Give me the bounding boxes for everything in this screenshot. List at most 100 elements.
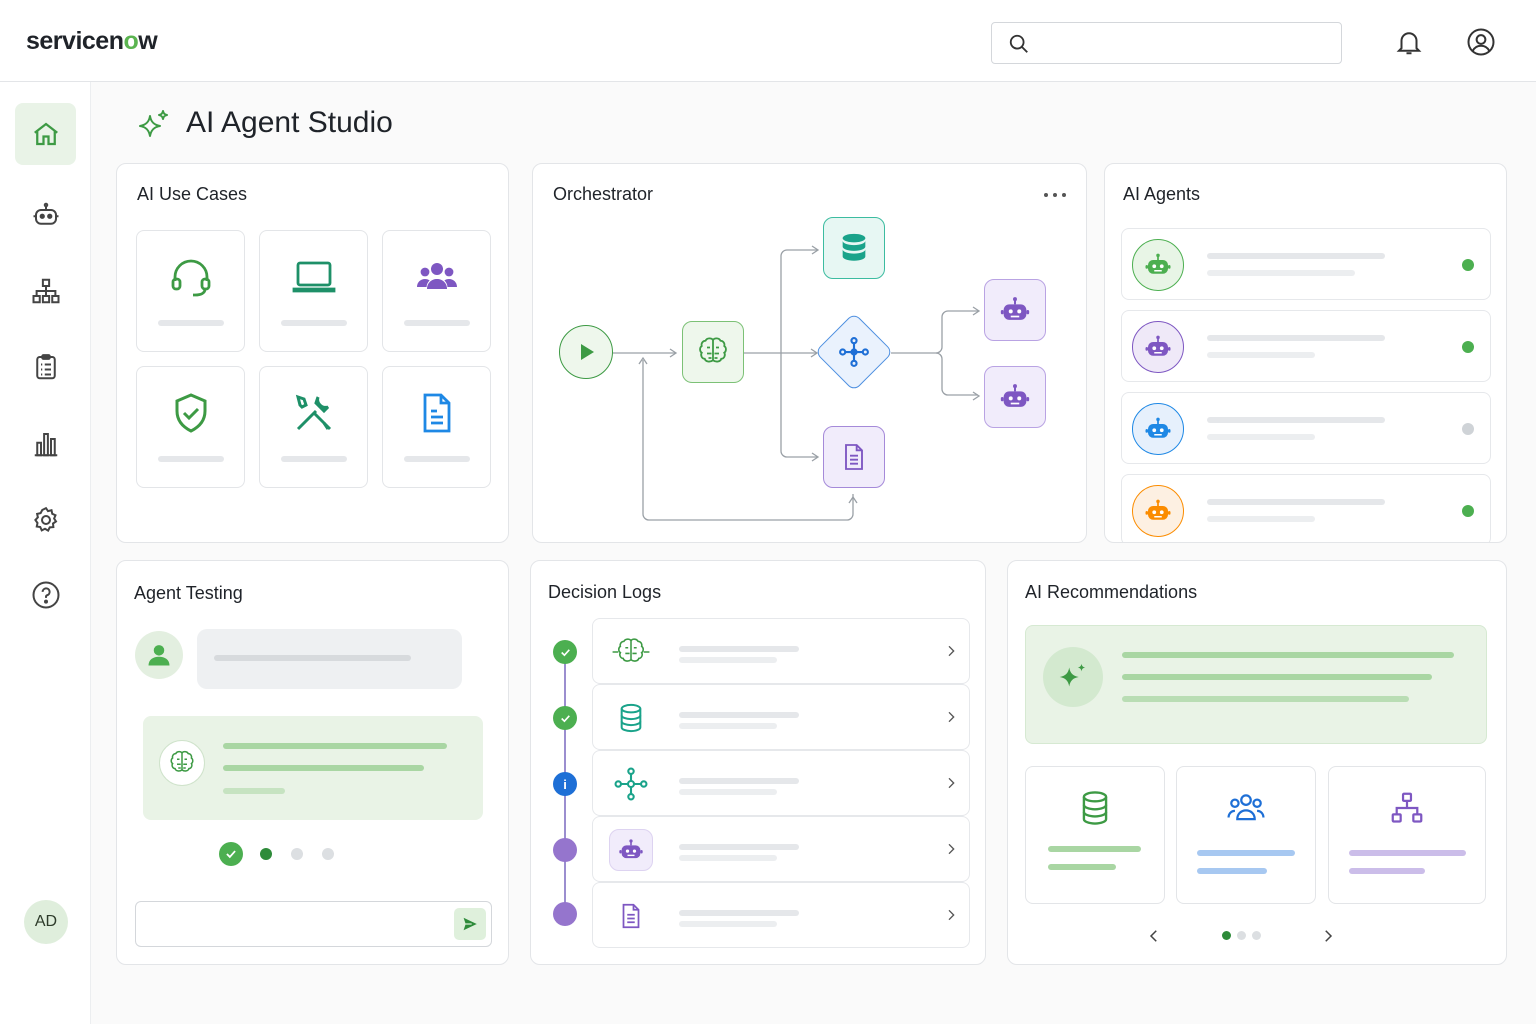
sidebar-item-settings[interactable] xyxy=(15,489,76,551)
chevron-right-icon[interactable] xyxy=(943,643,959,659)
play-icon xyxy=(581,344,594,360)
sidebar-item-agents[interactable] xyxy=(15,184,76,246)
carousel-dot[interactable] xyxy=(1222,931,1231,940)
hierarchy-icon xyxy=(1391,792,1423,823)
robot-icon xyxy=(1000,384,1030,407)
chevron-right-icon[interactable] xyxy=(1319,927,1337,945)
check-icon xyxy=(560,714,570,722)
log-row[interactable] xyxy=(592,882,970,948)
brain-icon xyxy=(170,750,194,772)
chevron-right-icon[interactable] xyxy=(943,775,959,791)
ai-use-cases-card: AI Use Cases xyxy=(116,163,509,543)
use-case-tile[interactable] xyxy=(382,230,491,352)
document-icon xyxy=(423,393,450,433)
status-indicator xyxy=(1462,423,1474,435)
log-row[interactable] xyxy=(592,684,970,750)
search-input[interactable] xyxy=(991,22,1342,64)
robot-icon xyxy=(1145,253,1171,274)
log-row[interactable] xyxy=(592,750,970,816)
log-icon xyxy=(609,895,653,937)
document-icon xyxy=(845,444,863,470)
sidebar-item-home[interactable] xyxy=(15,103,76,165)
log-row[interactable] xyxy=(592,816,970,882)
status-pending-icon xyxy=(553,902,577,926)
use-case-tile[interactable] xyxy=(136,366,245,488)
robot-icon xyxy=(1145,335,1171,356)
use-case-tile[interactable] xyxy=(259,366,368,488)
database-icon xyxy=(842,233,866,261)
agent-avatar xyxy=(1132,485,1184,537)
status-success-icon xyxy=(553,706,577,730)
card-title: AI Agents xyxy=(1123,184,1201,204)
hub-icon xyxy=(839,337,869,367)
servicenow-logo[interactable]: servicenow xyxy=(26,27,158,56)
user-avatar[interactable]: AD xyxy=(24,900,68,944)
sidebar-item-tasks[interactable] xyxy=(15,336,76,398)
carousel-dot[interactable] xyxy=(1237,931,1246,940)
check-icon xyxy=(226,850,236,859)
sparkle-icon xyxy=(1059,663,1086,687)
agent-row[interactable] xyxy=(1121,392,1491,464)
search-icon xyxy=(1009,34,1028,53)
brain-node[interactable] xyxy=(682,321,744,383)
document-icon xyxy=(622,903,640,929)
recommendation-tile[interactable] xyxy=(1176,766,1316,904)
hub-icon xyxy=(614,767,648,801)
sidebar-item-analytics[interactable] xyxy=(15,413,76,475)
step-indicator xyxy=(260,848,272,860)
sidebar-item-orchestration[interactable] xyxy=(15,260,76,322)
robot-icon xyxy=(619,839,643,859)
recommendation-banner[interactable] xyxy=(1025,625,1487,744)
use-case-tile[interactable] xyxy=(259,230,368,352)
user-avatar xyxy=(135,631,183,679)
robot-icon xyxy=(1000,297,1030,320)
recommendation-tile[interactable] xyxy=(1328,766,1486,904)
agent-row[interactable] xyxy=(1121,310,1491,382)
step-complete-indicator xyxy=(219,842,243,866)
card-title: Decision Logs xyxy=(548,582,662,602)
bell-icon[interactable] xyxy=(1394,27,1424,57)
log-icon xyxy=(609,631,653,673)
chevron-right-icon[interactable] xyxy=(943,841,959,857)
check-icon xyxy=(560,648,570,656)
robot-icon xyxy=(1145,499,1171,520)
robot-icon xyxy=(33,202,58,225)
use-case-tile[interactable] xyxy=(136,230,245,352)
agent-row[interactable] xyxy=(1121,228,1491,300)
recommendation-tile[interactable] xyxy=(1025,766,1165,904)
sparkle-badge xyxy=(1043,647,1103,707)
carousel-dot[interactable] xyxy=(1252,931,1261,940)
send-button[interactable] xyxy=(454,908,486,940)
log-icon xyxy=(609,829,653,871)
database-icon xyxy=(1082,791,1108,825)
agent-avatar xyxy=(159,740,205,786)
chevron-left-icon[interactable] xyxy=(1145,927,1163,945)
laptop-icon xyxy=(292,261,335,293)
agent-row[interactable] xyxy=(1121,474,1491,542)
robot-node[interactable] xyxy=(984,279,1046,341)
sidebar: AD xyxy=(0,82,91,1024)
shield-check-icon xyxy=(175,393,206,433)
sidebar-item-help[interactable] xyxy=(15,564,76,626)
log-icon xyxy=(609,763,653,805)
robot-node[interactable] xyxy=(984,366,1046,428)
agent-testing-card: Agent Testing xyxy=(116,560,509,965)
card-title: AI Use Cases xyxy=(137,184,248,204)
document-node[interactable] xyxy=(823,426,885,488)
user-icon[interactable] xyxy=(1466,27,1496,57)
play-node[interactable] xyxy=(559,325,613,379)
ai-recommendations-card: AI Recommendations xyxy=(1007,560,1507,965)
tools-icon xyxy=(295,394,331,431)
message-input[interactable] xyxy=(135,901,492,947)
users-icon xyxy=(416,263,457,289)
use-case-tile[interactable] xyxy=(382,366,491,488)
hierarchy-icon xyxy=(32,278,59,304)
database-node[interactable] xyxy=(823,217,885,279)
status-success-icon xyxy=(553,640,577,664)
headset-icon xyxy=(171,259,210,297)
ai-agents-card: AI Agents xyxy=(1104,163,1507,543)
log-row[interactable] xyxy=(592,618,970,684)
chevron-right-icon[interactable] xyxy=(943,907,959,923)
page-title: AI Agent Studio xyxy=(186,106,393,139)
chevron-right-icon[interactable] xyxy=(943,709,959,725)
